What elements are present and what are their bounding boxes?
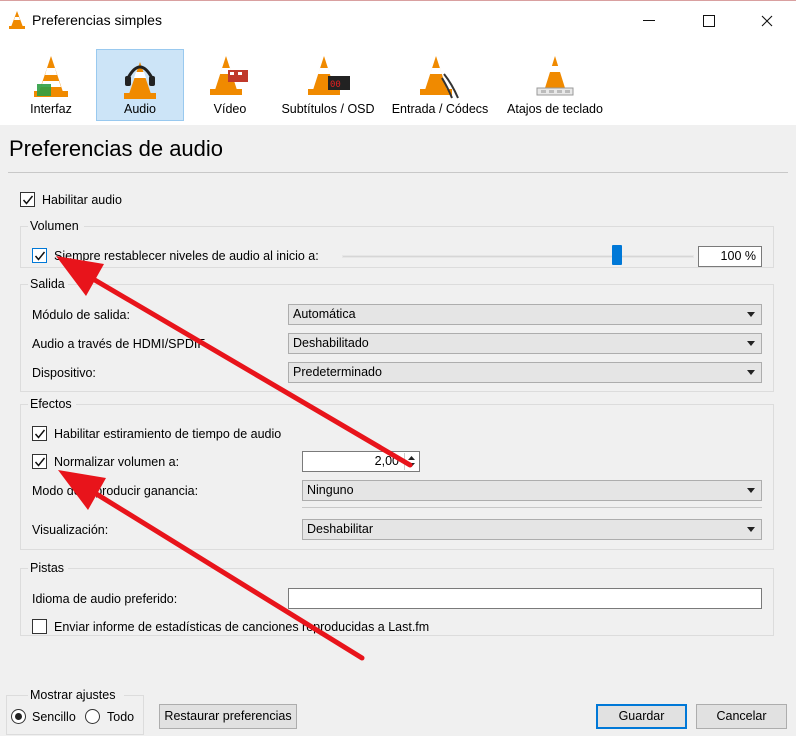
enable-audio-checkbox[interactable] xyxy=(20,192,35,207)
lastfm-label: Enviar informe de estadísticas de cancio… xyxy=(54,620,430,634)
normalize-checkbox[interactable] xyxy=(32,454,47,469)
audio-language-label: Idioma de audio preferido: xyxy=(32,592,178,606)
hdmi-value: Deshabilitado xyxy=(293,336,369,350)
visualization-value: Deshabilitar xyxy=(307,522,374,536)
checkmark-icon xyxy=(34,251,46,261)
chevron-down-icon xyxy=(747,527,755,532)
cancel-button[interactable]: Cancelar xyxy=(696,704,787,729)
volume-slider-track[interactable] xyxy=(342,255,694,258)
replay-gain-select[interactable]: Ninguno xyxy=(302,480,762,501)
tab-input-codecs[interactable]: Entrada / Códecs xyxy=(386,48,494,120)
hdmi-select[interactable]: Deshabilitado xyxy=(288,333,762,354)
normalize-value: 2,00 xyxy=(374,454,399,468)
all-radio[interactable] xyxy=(85,709,100,724)
time-stretch-checkbox[interactable] xyxy=(32,426,47,441)
checkmark-icon xyxy=(34,457,46,467)
close-button[interactable] xyxy=(744,1,790,41)
visualization-select[interactable]: Deshabilitar xyxy=(302,519,762,540)
category-toolbar: Interfaz Audio Vídeo 00 Subtítulos / OSD… xyxy=(0,40,796,125)
simple-radio-label: Sencillo xyxy=(32,710,76,724)
checkmark-icon xyxy=(34,429,46,439)
page-title: Preferencias de audio xyxy=(9,136,224,161)
enable-audio-label: Habilitar audio xyxy=(42,193,122,207)
headphones-cone-icon xyxy=(124,62,156,99)
spin-arrows-icon[interactable] xyxy=(404,453,417,470)
replay-gain-value: Ninguno xyxy=(307,483,354,497)
subtitles-cone-icon: 00 xyxy=(308,56,350,95)
effects-divider xyxy=(302,507,762,508)
window-title: Preferencias simples xyxy=(32,12,162,28)
normalize-label: Normalizar volumen a: xyxy=(54,455,180,469)
output-module-select[interactable]: Automática xyxy=(288,304,762,325)
all-radio-label: Todo xyxy=(107,710,135,724)
tab-audio[interactable]: Audio xyxy=(96,49,184,121)
minimize-button[interactable] xyxy=(626,1,672,41)
volume-slider-thumb[interactable] xyxy=(611,245,622,265)
hotkeys-cone-icon xyxy=(536,56,574,96)
tab-subtitles-osd[interactable]: 00 Subtítulos / OSD xyxy=(278,48,378,120)
device-select[interactable]: Predeterminado xyxy=(288,362,762,383)
reset-volume-label: Siempre restablecer niveles de audio al … xyxy=(54,249,319,263)
checkmark-icon xyxy=(22,195,34,205)
time-stretch-label: Habilitar estiramiento de tiempo de audi… xyxy=(54,427,282,441)
chevron-down-icon xyxy=(747,312,755,317)
title-divider xyxy=(8,172,788,173)
reset-volume-checkbox[interactable] xyxy=(32,248,47,263)
simple-radio[interactable] xyxy=(11,709,26,724)
input-cone-icon xyxy=(420,56,459,99)
normalize-spinbox[interactable]: 2,00 xyxy=(302,451,420,472)
interface-cone-icon xyxy=(34,56,68,97)
tab-video[interactable]: Vídeo xyxy=(192,48,268,120)
chevron-down-icon xyxy=(747,370,755,375)
output-module-label: Módulo de salida: xyxy=(32,308,130,322)
visualization-label: Visualización: xyxy=(32,523,109,537)
device-value: Predeterminado xyxy=(293,365,382,379)
lastfm-checkbox[interactable] xyxy=(32,619,47,634)
hdmi-label: Audio a través de HDMI/SPDIF xyxy=(32,337,205,351)
audio-language-input[interactable] xyxy=(288,588,762,609)
vlc-cone-icon xyxy=(8,10,26,30)
device-label: Dispositivo: xyxy=(32,366,96,380)
maximize-button[interactable] xyxy=(686,1,732,41)
chevron-down-icon xyxy=(747,488,755,493)
tab-hotkeys[interactable]: Atajos de teclado xyxy=(502,48,608,120)
title-bar: Preferencias simples xyxy=(0,0,796,40)
video-cone-icon xyxy=(210,56,248,95)
output-module-value: Automática xyxy=(293,307,356,321)
svg-text:00: 00 xyxy=(330,80,341,90)
reset-preferences-button[interactable]: Restaurar preferencias xyxy=(159,704,297,729)
replay-gain-label: Modo de reproducir ganancia: xyxy=(32,484,199,498)
volume-value-input[interactable]: 100 % xyxy=(698,246,762,267)
chevron-down-icon xyxy=(747,341,755,346)
tab-interface[interactable]: Interfaz xyxy=(16,48,86,120)
radio-dot xyxy=(15,713,22,720)
save-button[interactable]: Guardar xyxy=(596,704,687,729)
